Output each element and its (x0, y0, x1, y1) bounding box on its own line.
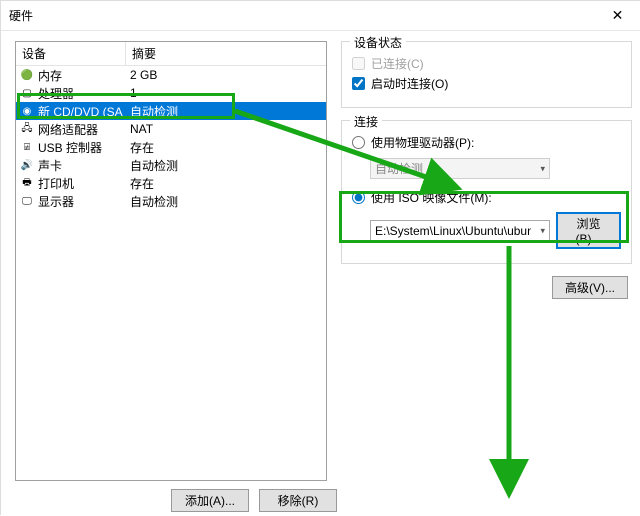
advanced-button[interactable]: 高级(V)... (552, 276, 628, 299)
list-item[interactable]: 🖵 显示器 自动检测 (16, 192, 326, 210)
device-summary: 2 GB (126, 68, 326, 82)
use-iso-radio-row[interactable]: 使用 ISO 映像文件(M): (352, 189, 621, 206)
window-title: 硬件 (9, 7, 33, 24)
iso-path-combo[interactable]: E:\System\Linux\Ubuntu\ubun ▾ (370, 220, 550, 241)
display-icon: 🖵 (20, 194, 34, 208)
physical-drive-value: 自动检测 (375, 160, 423, 177)
device-name: 新 CD/DVD (SA (38, 103, 123, 120)
sound-icon: 🔊 (20, 158, 34, 172)
use-physical-radio-row[interactable]: 使用物理驱动器(P): (352, 134, 621, 151)
connection-legend: 连接 (350, 113, 382, 130)
chevron-down-icon: ▾ (540, 163, 545, 174)
close-icon: ✕ (612, 7, 624, 24)
right-panel: 设备状态 已连接(C) 启动时连接(O) 连接 使用物理驱动器(P): 自动检测… (327, 41, 632, 481)
device-name: 打印机 (38, 175, 74, 192)
device-name: 内存 (38, 67, 62, 84)
cpu-icon: ▢ (20, 86, 34, 100)
list-item[interactable]: 🟢 内存 2 GB (16, 66, 326, 84)
list-item[interactable]: 🖧 网络适配器 NAT (16, 120, 326, 138)
close-button[interactable]: ✕ (595, 1, 640, 31)
device-summary: NAT (126, 122, 326, 136)
device-name: 处理器 (38, 85, 74, 102)
device-listbox[interactable]: 设备 摘要 🟢内存2 GB▢处理器1◉新 CD/DVD (SA自动检测🖧网络适配… (15, 41, 327, 481)
list-item[interactable]: ◉ 新 CD/DVD (SA自动检测 (16, 102, 326, 120)
footer-buttons: 添加(A)... 移除(R) (171, 489, 337, 512)
device-summary: 自动检测 (126, 193, 326, 210)
device-summary: 自动检测 (126, 103, 326, 120)
physical-drive-select: 自动检测 ▾ (370, 158, 550, 179)
use-physical-radio[interactable] (352, 136, 365, 149)
connected-checkbox (352, 57, 365, 70)
device-status-group: 设备状态 已连接(C) 启动时连接(O) (341, 41, 632, 108)
device-summary: 存在 (126, 139, 326, 156)
header-device: 设备 (16, 42, 126, 65)
connect-at-power-row[interactable]: 启动时连接(O) (352, 75, 621, 92)
use-physical-label: 使用物理驱动器(P): (371, 134, 474, 151)
device-summary: 自动检测 (126, 157, 326, 174)
device-summary: 存在 (126, 175, 326, 192)
device-name: USB 控制器 (38, 139, 102, 156)
list-item[interactable]: 🔊 声卡 自动检测 (16, 156, 326, 174)
nic-icon: 🖧 (20, 122, 34, 136)
chevron-down-icon: ▾ (540, 225, 545, 236)
connected-checkbox-row: 已连接(C) (352, 55, 621, 72)
add-button[interactable]: 添加(A)... (171, 489, 249, 512)
printer-icon: 🖶 (20, 176, 34, 190)
device-name: 显示器 (38, 193, 74, 210)
browse-button[interactable]: 浏览(B)... (556, 212, 621, 249)
device-status-legend: 设备状态 (350, 34, 406, 51)
list-item[interactable]: 🖶 打印机 存在 (16, 174, 326, 192)
usb-icon: ⍯ (20, 140, 34, 154)
connect-at-power-checkbox[interactable] (352, 77, 365, 90)
memory-icon: 🟢 (20, 68, 34, 82)
device-name: 声卡 (38, 157, 62, 174)
use-iso-radio[interactable] (352, 191, 365, 204)
connection-group: 连接 使用物理驱动器(P): 自动检测 ▾ 使用 ISO 映像文件(M): E:… (341, 120, 632, 264)
list-item[interactable]: ⍯ USB 控制器 存在 (16, 138, 326, 156)
device-summary: 1 (126, 86, 326, 100)
device-name: 网络适配器 (38, 121, 98, 138)
use-iso-label: 使用 ISO 映像文件(M): (371, 189, 492, 206)
connected-label: 已连接(C) (371, 55, 424, 72)
content-area: 设备 摘要 🟢内存2 GB▢处理器1◉新 CD/DVD (SA自动检测🖧网络适配… (1, 31, 640, 491)
remove-button[interactable]: 移除(R) (259, 489, 337, 512)
connect-at-power-label: 启动时连接(O) (371, 75, 448, 92)
title-bar: 硬件 ✕ (1, 1, 640, 31)
list-item[interactable]: ▢ 处理器 1 (16, 84, 326, 102)
header-summary: 摘要 (126, 42, 326, 65)
list-header: 设备 摘要 (16, 42, 326, 66)
iso-path-value: E:\System\Linux\Ubuntu\ubun (375, 224, 531, 238)
left-panel: 设备 摘要 🟢内存2 GB▢处理器1◉新 CD/DVD (SA自动检测🖧网络适配… (15, 41, 327, 481)
physical-drive-select-wrap: 自动检测 ▾ (370, 158, 550, 179)
disc-icon: ◉ (20, 104, 34, 118)
